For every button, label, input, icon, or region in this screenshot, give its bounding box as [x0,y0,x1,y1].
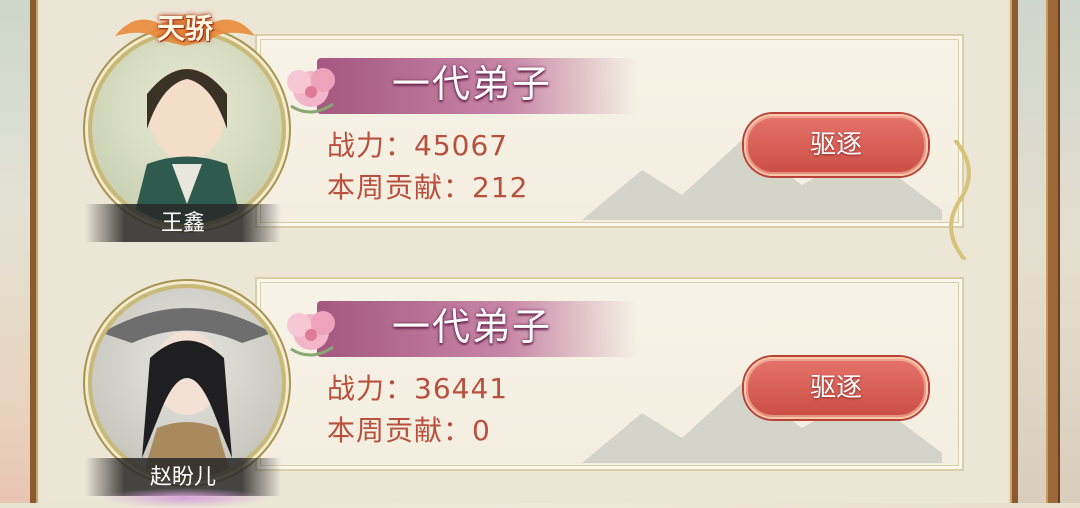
power-stat: 战力：45067 [327,124,508,164]
left-decoration [0,0,30,503]
power-stat: 战力：36441 [327,367,508,407]
power-value: 45067 [414,129,509,162]
power-label: 战力： [327,372,415,405]
expel-button[interactable]: 驱逐 [744,357,928,419]
member-card: 一代弟子 战力：36441 本周贡献：0 驱逐 [255,277,964,471]
power-label: 战力： [327,129,415,162]
title-badge-label: 天骄 [156,12,213,45]
scroll-rail[interactable] [1046,0,1060,503]
rank-label: 一代弟子 [392,62,553,106]
female-character-portrait-icon [102,308,272,478]
next-card-badge-partial [100,488,270,508]
avatar-portrait[interactable] [88,30,286,228]
weekly-contribution-stat: 本周贡献：0 [327,409,491,449]
contribution-value: 0 [472,414,491,447]
avatar-portrait[interactable] [88,284,286,482]
left-frame-border [30,0,36,503]
member-card: 一代弟子 战力：45067 本周贡献：212 驱逐 [255,34,964,228]
member-avatar[interactable]: 王鑫 天骄 [80,6,290,242]
member-avatar[interactable]: 赵盼儿 [80,262,290,496]
weekly-contribution-stat: 本周贡献：212 [327,166,528,206]
contribution-label: 本周贡献： [327,414,473,447]
title-badge: 天骄 [115,6,255,52]
contribution-label: 本周贡献： [327,171,473,204]
rank-label: 一代弟子 [392,305,553,349]
male-character-portrait-icon [132,68,242,224]
expel-button[interactable]: 驱逐 [744,114,928,176]
contribution-value: 212 [472,171,529,204]
member-name: 王鑫 [85,204,281,242]
wave-swirl-icon [949,140,971,260]
power-value: 36441 [414,372,509,405]
